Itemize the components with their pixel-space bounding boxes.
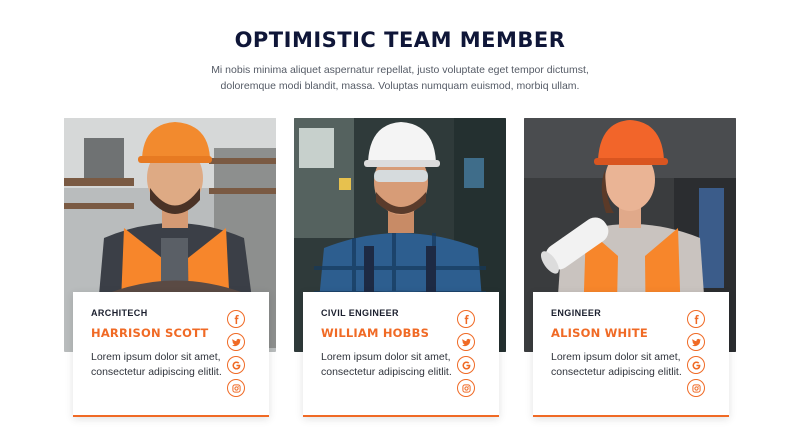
member-bio: Lorem ipsum dolor sit amet, consectetur … <box>551 351 682 378</box>
social-links <box>227 310 247 402</box>
member-role: CIVIL ENGINEER <box>321 308 399 318</box>
member-name: HARRISON SCOTT <box>91 326 209 340</box>
member-bio: Lorem ipsum dolor sit amet, consectetur … <box>321 351 452 378</box>
member-bio: Lorem ipsum dolor sit amet, consectetur … <box>91 351 222 378</box>
instagram-icon[interactable] <box>687 379 705 397</box>
instagram-icon[interactable] <box>227 379 245 397</box>
member-card-william: CIVIL ENGINEER WILLIAM HOBBS Lorem ipsum… <box>303 292 499 417</box>
facebook-icon[interactable] <box>457 310 475 328</box>
twitter-icon[interactable] <box>457 333 475 351</box>
member-role: ARCHITECH <box>91 308 148 318</box>
member-card-alison: ENGINEER ALISON WHITE Lorem ipsum dolor … <box>533 292 729 417</box>
twitter-icon[interactable] <box>227 333 245 351</box>
instagram-icon[interactable] <box>457 379 475 397</box>
team-section: OPTIMISTIC TEAM MEMBER Mi nobis minima a… <box>0 0 800 448</box>
facebook-icon[interactable] <box>687 310 705 328</box>
section-title: OPTIMISTIC TEAM MEMBER <box>234 28 566 52</box>
social-links <box>457 310 477 402</box>
member-name: WILLIAM HOBBS <box>321 326 430 340</box>
social-links <box>687 310 707 402</box>
google-icon[interactable] <box>457 356 475 374</box>
facebook-icon[interactable] <box>227 310 245 328</box>
google-icon[interactable] <box>227 356 245 374</box>
member-role: ENGINEER <box>551 308 602 318</box>
google-icon[interactable] <box>687 356 705 374</box>
member-name: ALISON WHITE <box>551 326 648 340</box>
section-subtitle: Mi nobis minima aliquet aspernatur repel… <box>211 64 589 92</box>
twitter-icon[interactable] <box>687 333 705 351</box>
member-card-harrison: ARCHITECH HARRISON SCOTT Lorem ipsum dol… <box>73 292 269 417</box>
